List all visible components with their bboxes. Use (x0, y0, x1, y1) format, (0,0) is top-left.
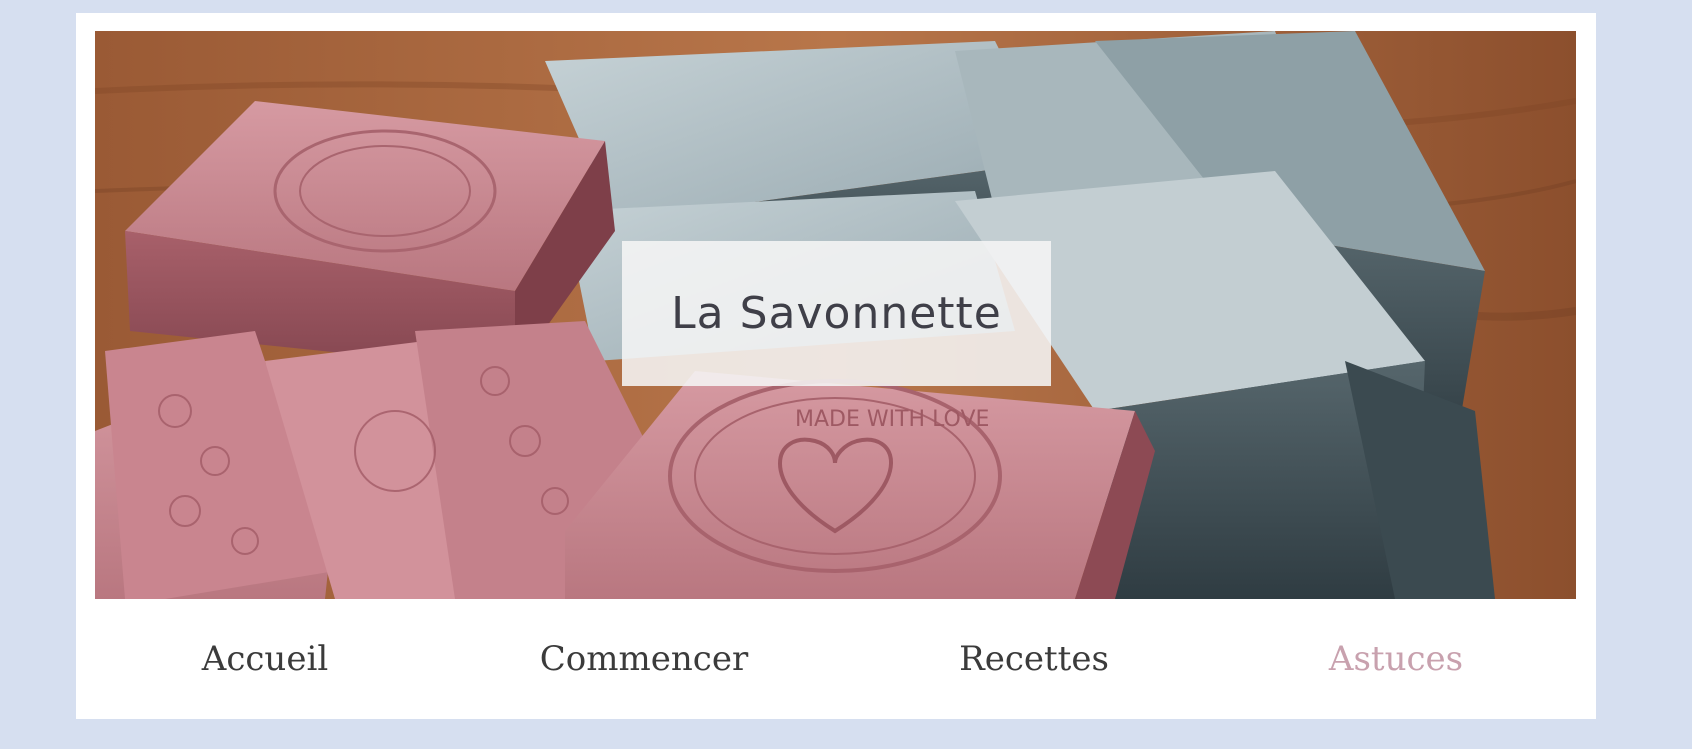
site-title[interactable]: La Savonnette (671, 288, 1002, 339)
nav-item-recettes[interactable]: Recettes (959, 639, 1109, 679)
nav-item-accueil[interactable]: Accueil (202, 639, 328, 679)
main-nav: Accueil Commencer Recettes Astuces (95, 599, 1576, 719)
site-title-box: La Savonnette (622, 241, 1051, 386)
nav-item-commencer[interactable]: Commencer (540, 639, 748, 679)
nav-item-astuces[interactable]: Astuces (1329, 639, 1463, 679)
header-card: MADE WITH LOVE La Savonnette Accueil Com… (76, 13, 1596, 719)
stamp-text: MADE WITH LOVE (795, 407, 989, 432)
hero-banner: MADE WITH LOVE La Savonnette (95, 31, 1576, 599)
